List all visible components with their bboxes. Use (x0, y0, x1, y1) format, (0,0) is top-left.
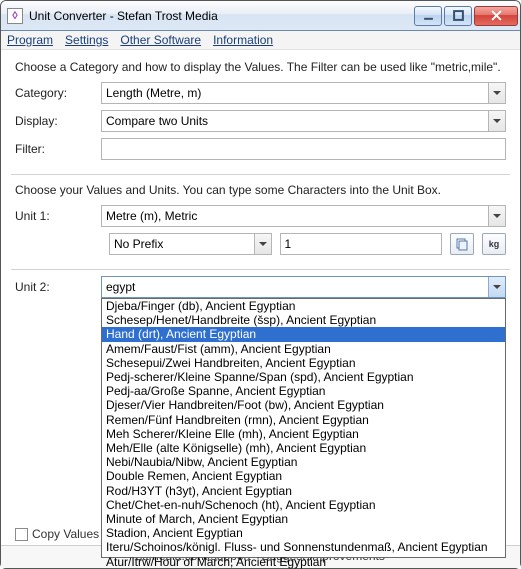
chevron-down-icon (488, 111, 505, 131)
titlebar: ◊ Unit Converter - Stefan Trost Media (1, 1, 520, 31)
dropdown-item[interactable]: Djeser/Vier Handbreiten/Foot (bw), Ancie… (102, 398, 505, 412)
minimize-button[interactable] (414, 6, 442, 26)
dropdown-item[interactable]: Hand (drt), Ancient Egyptian (102, 327, 505, 341)
copy-values-checkbox[interactable] (15, 528, 28, 541)
unit1-combo[interactable]: Metre (m), Metric (101, 205, 506, 227)
dropdown-item[interactable]: Double Remen, Ancient Egyptian (102, 469, 505, 483)
prefix-value: No Prefix (114, 237, 254, 251)
unit2-combo[interactable]: egypt (101, 276, 506, 298)
value-text: 1 (285, 237, 292, 251)
dropdown-item[interactable]: Pedj-aa/Große Spanne, Ancient Egyptian (102, 384, 505, 398)
maximize-button[interactable] (444, 6, 472, 26)
copy-button[interactable] (450, 233, 474, 255)
dropdown-item[interactable]: Schesep/Henet/Handbreite (šsp), Ancient … (102, 313, 505, 327)
display-label: Display: (15, 114, 101, 128)
dropdown-item[interactable]: Nebi/Naubia/Nibw, Ancient Egyptian (102, 455, 505, 469)
filter-input[interactable] (101, 138, 506, 160)
window-title: Unit Converter - Stefan Trost Media (29, 9, 414, 23)
dropdown-item[interactable]: Stadion, Ancient Egyptian (102, 526, 505, 540)
menu-other-software[interactable]: Other Software (120, 33, 201, 47)
dropdown-item[interactable]: Djeba/Finger (db), Ancient Egyptian (102, 299, 505, 313)
menubar: Program Settings Other Software Informat… (1, 31, 520, 50)
separator (11, 174, 510, 175)
filter-label: Filter: (15, 142, 101, 156)
menu-program[interactable]: Program (7, 33, 53, 47)
chevron-down-icon (488, 206, 505, 226)
close-button[interactable] (474, 6, 518, 26)
display-combo[interactable]: Compare two Units (101, 110, 506, 132)
value-input[interactable]: 1 (280, 233, 443, 255)
category-description: Choose a Category and how to display the… (15, 60, 506, 74)
unit1-label: Unit 1: (15, 209, 101, 223)
unit2-dropdown[interactable]: Djeba/Finger (db), Ancient EgyptianSches… (101, 298, 506, 558)
units-description: Choose your Values and Units. You can ty… (15, 183, 506, 197)
window-buttons (414, 6, 518, 26)
dropdown-item[interactable]: Schesepui/Zwei Handbreiten, Ancient Egyp… (102, 356, 505, 370)
client-area: Choose a Category and how to display the… (1, 50, 520, 545)
kg-icon: kg (489, 239, 500, 249)
dropdown-item[interactable]: Rod/H3YT (h3yt), Ancient Egyptian (102, 484, 505, 498)
dropdown-item[interactable]: Amem/Faust/Fist (amm), Ancient Egyptian (102, 342, 505, 356)
category-value: Length (Metre, m) (106, 86, 488, 100)
chevron-down-icon (488, 83, 505, 103)
separator (11, 269, 510, 270)
unit2-label: Unit 2: (15, 280, 101, 294)
category-label: Category: (15, 86, 101, 100)
prefix-combo[interactable]: No Prefix (109, 233, 272, 255)
dropdown-item[interactable]: Meh Scherer/Kleine Elle (mh), Ancient Eg… (102, 427, 505, 441)
unit2-value: egypt (106, 280, 488, 294)
menu-information[interactable]: Information (213, 33, 273, 47)
chevron-down-icon (488, 277, 505, 297)
dropdown-item[interactable]: Remen/Fünf Handbreiten (rmn), Ancient Eg… (102, 413, 505, 427)
unit1-value: Metre (m), Metric (106, 209, 488, 223)
menu-settings[interactable]: Settings (65, 33, 108, 47)
kg-button[interactable]: kg (482, 233, 506, 255)
category-combo[interactable]: Length (Metre, m) (101, 82, 506, 104)
chevron-down-icon (254, 234, 271, 254)
copy-icon (455, 237, 469, 251)
display-value: Compare two Units (106, 114, 488, 128)
copy-values-label: Copy Values (32, 527, 99, 541)
dropdown-item[interactable]: Chet/Chet-en-nuh/Schenoch (ht), Ancient … (102, 498, 505, 512)
dropdown-item[interactable]: Atur/Itrw/Hour of March, Ancient Egyptia… (102, 555, 505, 569)
app-icon: ◊ (7, 8, 23, 24)
dropdown-item[interactable]: Meh/Elle (alte Königselle) (mh), Ancient… (102, 441, 505, 455)
dropdown-item[interactable]: Pedj-scherer/Kleine Spanne/Span (spd), A… (102, 370, 505, 384)
dropdown-item[interactable]: Minute of March, Ancient Egyptian (102, 512, 505, 526)
dropdown-item[interactable]: Iteru/Schoinos/königl. Fluss- und Sonnen… (102, 540, 505, 554)
